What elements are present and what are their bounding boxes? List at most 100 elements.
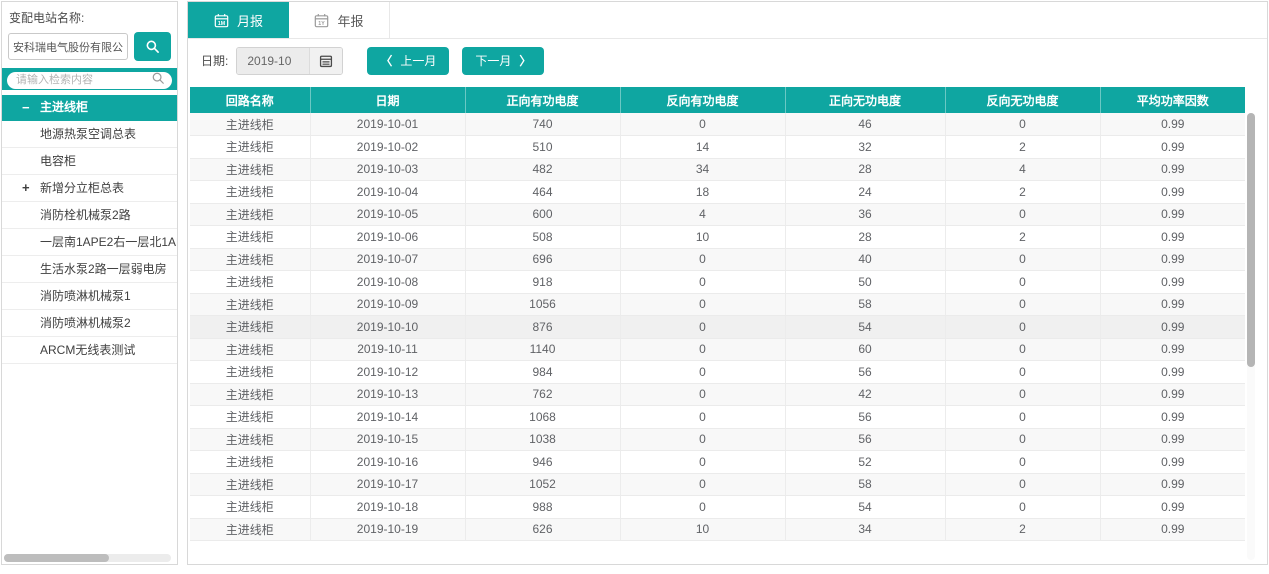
table-cell: 24 xyxy=(785,181,945,204)
tree-item[interactable]: 消防栓机械泵2路 xyxy=(2,202,177,229)
table-cell: 2019-10-06 xyxy=(310,226,465,249)
table-cell: 34 xyxy=(785,518,945,541)
tree-item[interactable]: 一层南1APE2右一层北1APE1左 xyxy=(2,229,177,256)
tree-item-label: 主进线柜 xyxy=(40,100,88,114)
table-cell: 0 xyxy=(945,428,1100,451)
column-header: 日期 xyxy=(310,87,465,113)
table-row: 主进线柜2019-10-09105605800.99 xyxy=(190,293,1245,316)
table-cell: 0.99 xyxy=(1100,113,1245,136)
table-cell: 主进线柜 xyxy=(190,383,310,406)
table-cell: 0.99 xyxy=(1100,518,1245,541)
table-cell: 626 xyxy=(465,518,620,541)
table-cell: 54 xyxy=(785,316,945,339)
date-picker-button[interactable] xyxy=(309,48,342,74)
table-cell: 主进线柜 xyxy=(190,428,310,451)
svg-text:1Y: 1Y xyxy=(319,21,326,27)
table-cell: 0.99 xyxy=(1100,496,1245,519)
table-cell: 0.99 xyxy=(1100,203,1245,226)
tab-label: 年报 xyxy=(337,11,363,30)
table-cell: 0 xyxy=(620,271,785,294)
table-cell: 2019-10-02 xyxy=(310,136,465,159)
column-header: 正向无功电度 xyxy=(785,87,945,113)
station-name-input[interactable] xyxy=(8,33,128,60)
table-cell: 984 xyxy=(465,361,620,384)
table-cell: 主进线柜 xyxy=(190,496,310,519)
table-cell: 876 xyxy=(465,316,620,339)
table-cell: 2019-10-01 xyxy=(310,113,465,136)
table-cell: 0 xyxy=(620,316,785,339)
table-cell: 510 xyxy=(465,136,620,159)
table-cell: 主进线柜 xyxy=(190,518,310,541)
table-cell: 1052 xyxy=(465,473,620,496)
tree-filter-input[interactable] xyxy=(7,72,172,89)
collapse-icon[interactable]: − xyxy=(22,95,30,120)
table-cell: 696 xyxy=(465,248,620,271)
table-cell: 60 xyxy=(785,338,945,361)
tree-item-label: 消防喷淋机械泵2 xyxy=(40,316,131,330)
table-cell: 0 xyxy=(620,406,785,429)
tab-monthly-report[interactable]: 1M月报 xyxy=(188,2,289,38)
table-cell: 56 xyxy=(785,406,945,429)
table-row: 主进线柜2019-10-0891805000.99 xyxy=(190,271,1245,294)
table-cell: 0.99 xyxy=(1100,248,1245,271)
table-cell: 0 xyxy=(945,383,1100,406)
scrollbar-thumb[interactable] xyxy=(4,554,109,562)
table-cell: 主进线柜 xyxy=(190,226,310,249)
table-row: 主进线柜2019-10-1298405600.99 xyxy=(190,361,1245,384)
tree-item-label: 生活水泵2路一层弱电房 xyxy=(40,262,167,276)
monthly-report-table: 回路名称日期正向有功电度反向有功电度正向无功电度反向无功电度平均功率因数 主进线… xyxy=(190,87,1245,541)
prev-month-button[interactable]: 〈 上一月 xyxy=(367,47,449,75)
table-cell: 600 xyxy=(465,203,620,226)
table-cell: 主进线柜 xyxy=(190,338,310,361)
next-month-button[interactable]: 下一月 〉 xyxy=(462,47,544,75)
tree-item[interactable]: ARCM无线表测试 xyxy=(2,337,177,364)
tree-item-label: 消防喷淋机械泵1 xyxy=(40,289,131,303)
table-cell: 0 xyxy=(945,406,1100,429)
tree-item[interactable]: 消防喷淋机械泵1 xyxy=(2,283,177,310)
tree-item[interactable]: 电容柜 xyxy=(2,148,177,175)
table-cell: 32 xyxy=(785,136,945,159)
tree-filter-band xyxy=(2,68,177,90)
table-row: 主进线柜2019-10-1694605200.99 xyxy=(190,451,1245,474)
tree-item-label: 消防栓机械泵2路 xyxy=(40,208,131,222)
tree-item[interactable]: 地源热泵空调总表 xyxy=(2,121,177,148)
table-cell: 2019-10-07 xyxy=(310,248,465,271)
tree-item[interactable]: 消防喷淋机械泵2 xyxy=(2,310,177,337)
table-cell: 2019-10-04 xyxy=(310,181,465,204)
station-search-section: 变配电站名称: xyxy=(2,2,177,68)
table-cell: 0 xyxy=(945,361,1100,384)
tree-item[interactable]: 生活水泵2路一层弱电房 xyxy=(2,256,177,283)
table-cell: 2019-10-17 xyxy=(310,473,465,496)
column-header: 回路名称 xyxy=(190,87,310,113)
table-cell: 主进线柜 xyxy=(190,316,310,339)
table-cell: 54 xyxy=(785,496,945,519)
table-cell: 0 xyxy=(620,428,785,451)
table-cell: 主进线柜 xyxy=(190,293,310,316)
table-cell: 主进线柜 xyxy=(190,361,310,384)
table-cell: 0 xyxy=(620,473,785,496)
table-cell: 0.99 xyxy=(1100,293,1245,316)
date-input[interactable] xyxy=(237,48,309,74)
report-tabbar: 1M月报 1Y 年报 xyxy=(188,2,1267,39)
table-cell: 56 xyxy=(785,428,945,451)
table-cell: 34 xyxy=(620,158,785,181)
table-cell: 1068 xyxy=(465,406,620,429)
tree-item[interactable]: −主进线柜 xyxy=(2,95,177,121)
table-cell: 2019-10-13 xyxy=(310,383,465,406)
sidebar-horizontal-scrollbar xyxy=(4,554,171,562)
column-header: 反向有功电度 xyxy=(620,87,785,113)
station-search-button[interactable] xyxy=(134,32,171,61)
table-cell: 0 xyxy=(620,383,785,406)
table-cell: 2 xyxy=(945,226,1100,249)
scrollbar-thumb[interactable] xyxy=(1247,113,1255,367)
magnifier-icon xyxy=(151,71,165,90)
expand-icon[interactable]: + xyxy=(22,175,30,201)
tab-annual-report[interactable]: 1Y 年报 xyxy=(289,2,390,38)
table-cell: 主进线柜 xyxy=(190,473,310,496)
table-cell: 主进线柜 xyxy=(190,158,310,181)
tree-item-label: 电容柜 xyxy=(40,154,76,168)
tree-item[interactable]: +新增分立柜总表 xyxy=(2,175,177,202)
table-cell: 0.99 xyxy=(1100,361,1245,384)
table-cell: 2019-10-03 xyxy=(310,158,465,181)
table-cell: 4 xyxy=(945,158,1100,181)
